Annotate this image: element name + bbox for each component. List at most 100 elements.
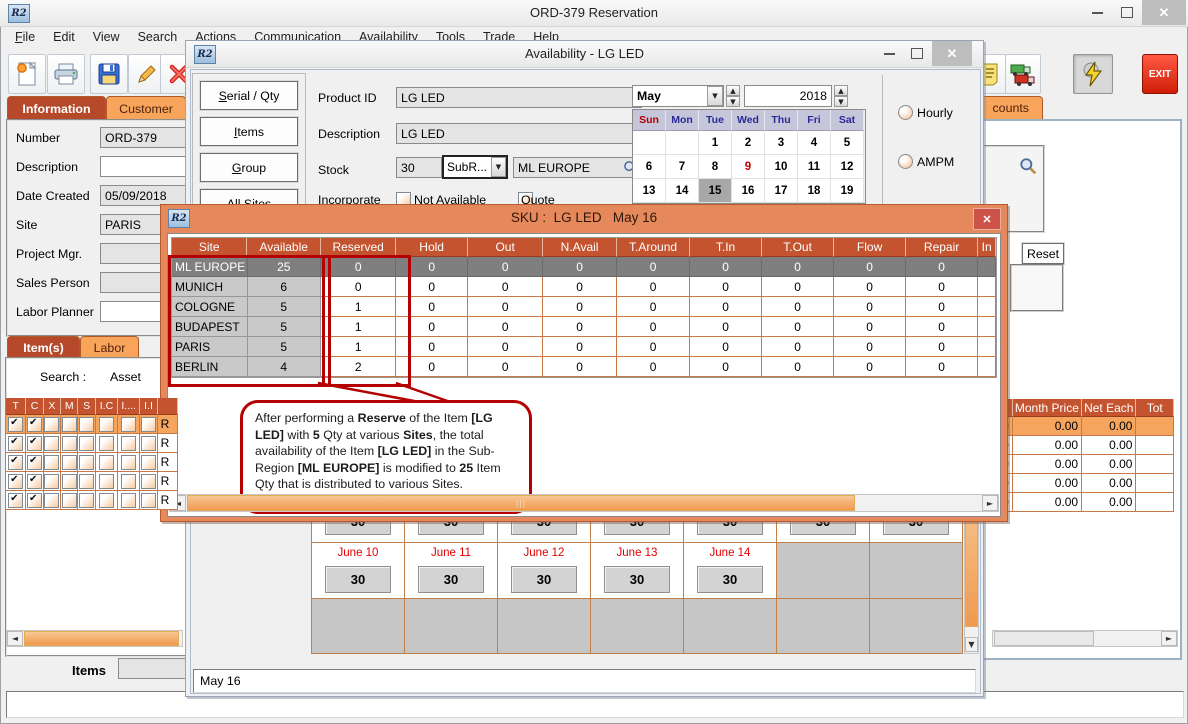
value-cell[interactable]: 0 — [617, 257, 690, 277]
table-row[interactable]: R — [6, 415, 178, 434]
tab-customer[interactable]: Customer — [106, 96, 186, 120]
calendar-day-17[interactable]: 17 — [765, 179, 798, 203]
value-cell[interactable]: 0 — [834, 297, 906, 317]
checkbox[interactable] — [44, 436, 59, 451]
checkbox-checked[interactable] — [27, 493, 42, 508]
checkbox[interactable] — [121, 436, 136, 451]
checkbox-checked[interactable] — [8, 493, 23, 508]
value-cell[interactable]: 0 — [834, 277, 906, 297]
checkbox[interactable] — [121, 474, 136, 489]
value-cell[interactable]: 5 — [248, 317, 321, 337]
value-cell[interactable]: 25 — [248, 257, 321, 277]
value-cell[interactable]: 0 — [468, 337, 543, 357]
value-cell[interactable]: 0 — [468, 357, 543, 377]
table-row[interactable]: 00.000.00 — [992, 436, 1174, 455]
day-cell-june-14[interactable]: June 1430 — [684, 543, 777, 599]
description-field[interactable]: LG LED — [396, 123, 642, 144]
chevron-down-icon[interactable]: ▼ — [491, 157, 506, 177]
value-cell[interactable]: 0 — [906, 317, 979, 337]
spin-down-icon[interactable]: ▼ — [834, 96, 848, 107]
calendar-day-5[interactable]: 5 — [831, 131, 864, 155]
table-row-ml-europe[interactable]: ML EUROPE25000000000 — [172, 257, 996, 277]
month-spinner[interactable]: ▲ ▼ — [726, 85, 740, 107]
field-date-created[interactable]: 05/09/2018 — [100, 185, 192, 206]
menu-item-file[interactable]: File — [13, 27, 37, 47]
value-cell[interactable]: 0 — [834, 337, 906, 357]
checkbox[interactable] — [62, 493, 77, 508]
month-dropdown[interactable]: May ▼ — [632, 85, 724, 107]
value-cell[interactable]: 0 — [690, 297, 762, 317]
pricing-cell[interactable]: 0.00 — [1082, 417, 1136, 436]
checkbox[interactable] — [44, 417, 59, 432]
checkbox[interactable] — [141, 493, 156, 508]
scroll-right-button[interactable]: ► — [1161, 631, 1177, 646]
value-cell[interactable]: 0 — [690, 257, 762, 277]
site-cell[interactable]: BUDAPEST — [172, 317, 248, 337]
minimize-button[interactable] — [874, 41, 904, 66]
year-field[interactable]: 2018 — [744, 85, 832, 107]
value-cell[interactable]: 0 — [762, 257, 835, 277]
value-cell[interactable]: 0 — [617, 277, 690, 297]
checkbox[interactable] — [79, 436, 94, 451]
value-cell[interactable]: 0 — [690, 357, 762, 377]
checkbox[interactable] — [99, 474, 114, 489]
value-cell[interactable]: 0 — [906, 277, 979, 297]
checkbox[interactable] — [44, 455, 59, 470]
maximize-button[interactable] — [1112, 0, 1142, 25]
value-cell[interactable]: 0 — [396, 317, 468, 337]
sku-hscrollbar[interactable]: ◄ ||| ► — [169, 494, 999, 512]
value-cell[interactable]: 5 — [248, 297, 321, 317]
checkbox[interactable] — [62, 455, 77, 470]
pricing-cell[interactable]: 0.00 — [1013, 455, 1082, 474]
spin-up-icon[interactable]: ▲ — [726, 85, 740, 96]
checkbox[interactable] — [99, 455, 114, 470]
value-cell[interactable]: 0 — [690, 337, 762, 357]
calendar-day-14[interactable]: 14 — [666, 179, 699, 203]
value-cell[interactable]: 0 — [321, 277, 396, 297]
side-button-items[interactable]: Items — [200, 117, 298, 146]
radio-hourly[interactable] — [898, 105, 913, 120]
maximize-button[interactable] — [902, 41, 932, 66]
value-cell[interactable]: 0 — [906, 337, 979, 357]
calendar-day-3[interactable]: 3 — [765, 131, 798, 155]
search-mode-value[interactable]: Asset — [110, 370, 141, 384]
pricing-cell[interactable] — [1136, 493, 1174, 512]
value-cell[interactable]: 0 — [762, 297, 835, 317]
value-cell[interactable]: 0 — [396, 357, 468, 377]
checkbox[interactable] — [121, 493, 136, 508]
checkbox[interactable] — [79, 493, 94, 508]
day-cell-june-10[interactable]: June 1030 — [312, 543, 405, 599]
scroll-down-button[interactable]: ▼ — [965, 637, 978, 652]
pricing-cell[interactable] — [1136, 474, 1174, 493]
close-button[interactable]: ✕ — [973, 208, 1001, 230]
table-row[interactable]: 00.000.00 — [992, 417, 1174, 436]
day-quantity-box[interactable]: 30 — [511, 566, 577, 593]
site-cell[interactable]: ML EUROPE — [172, 257, 248, 277]
year-spinner[interactable]: ▲ ▼ — [834, 85, 848, 107]
field-number[interactable]: ORD-379 — [100, 127, 192, 148]
value-cell[interactable]: 0 — [543, 257, 616, 277]
table-row[interactable]: R — [6, 434, 178, 453]
value-cell[interactable]: 0 — [690, 317, 762, 337]
right-hscrollbar[interactable]: ► — [992, 630, 1178, 647]
table-row-berlin[interactable]: BERLIN4200000000 — [172, 357, 996, 377]
side-button-serial-qty[interactable]: Serial / Qty — [200, 81, 298, 110]
calendar-day-10[interactable]: 10 — [765, 155, 798, 179]
scroll-left-button[interactable]: ◄ — [7, 631, 23, 646]
value-cell[interactable]: 0 — [543, 277, 616, 297]
checkbox[interactable] — [62, 417, 77, 432]
table-row-paris[interactable]: PARIS5100000000 — [172, 337, 996, 357]
checkbox-checked[interactable] — [27, 436, 42, 451]
value-cell[interactable]: 0 — [762, 337, 835, 357]
pricing-cell[interactable] — [1136, 436, 1174, 455]
close-button[interactable]: ✕ — [932, 41, 972, 66]
tab-information[interactable]: Information — [7, 96, 106, 120]
value-cell[interactable]: 0 — [543, 357, 616, 377]
value-cell[interactable]: 0 — [617, 337, 690, 357]
subregion-field[interactable]: ML EUROPE — [513, 157, 641, 178]
value-cell[interactable]: 0 — [617, 297, 690, 317]
value-cell[interactable]: 0 — [396, 337, 468, 357]
checkbox[interactable] — [79, 417, 94, 432]
calendar-day-15[interactable]: 15 — [699, 179, 732, 203]
value-cell[interactable]: 5 — [248, 337, 321, 357]
